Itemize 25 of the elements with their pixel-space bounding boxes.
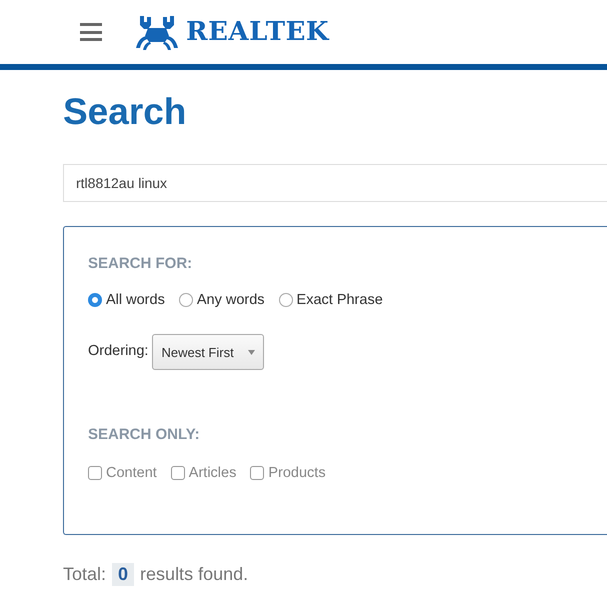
page-title: Search: [63, 90, 188, 134]
crab-logo-icon: [134, 14, 180, 50]
logo-text[interactable]: REALTEK: [186, 17, 330, 47]
checkbox-option[interactable]: Content: [88, 465, 157, 481]
radio-icon[interactable]: [178, 293, 193, 307]
total-label: Total:: [63, 564, 106, 585]
search-field[interactable]: rtl8812au linux: [63, 164, 607, 202]
radio-option[interactable]: Any words: [178, 292, 265, 308]
checkbox-option[interactable]: Articles: [170, 465, 236, 481]
checkbox-option[interactable]: Products: [250, 465, 326, 481]
ordering-label: Ordering:: [88, 343, 148, 359]
ordering-dropdown[interactable]: Newest First: [152, 334, 264, 370]
radio-option[interactable]: Exact Phrase: [278, 292, 383, 308]
checkbox[interactable]: [170, 466, 185, 480]
radio-option[interactable]: All words: [88, 292, 165, 308]
caret-icon: [248, 350, 255, 354]
menu-button[interactable]: [80, 23, 102, 41]
radio-icon[interactable]: [88, 293, 102, 307]
checkbox[interactable]: [250, 466, 264, 480]
checkbox[interactable]: [88, 466, 102, 480]
section-heading: SEARCH ONLY:: [88, 426, 201, 443]
section-heading: SEARCH FOR:: [88, 255, 194, 272]
radio-icon[interactable]: [278, 293, 293, 307]
results-text: results found.: [140, 564, 248, 585]
result-count: 0: [112, 563, 134, 586]
